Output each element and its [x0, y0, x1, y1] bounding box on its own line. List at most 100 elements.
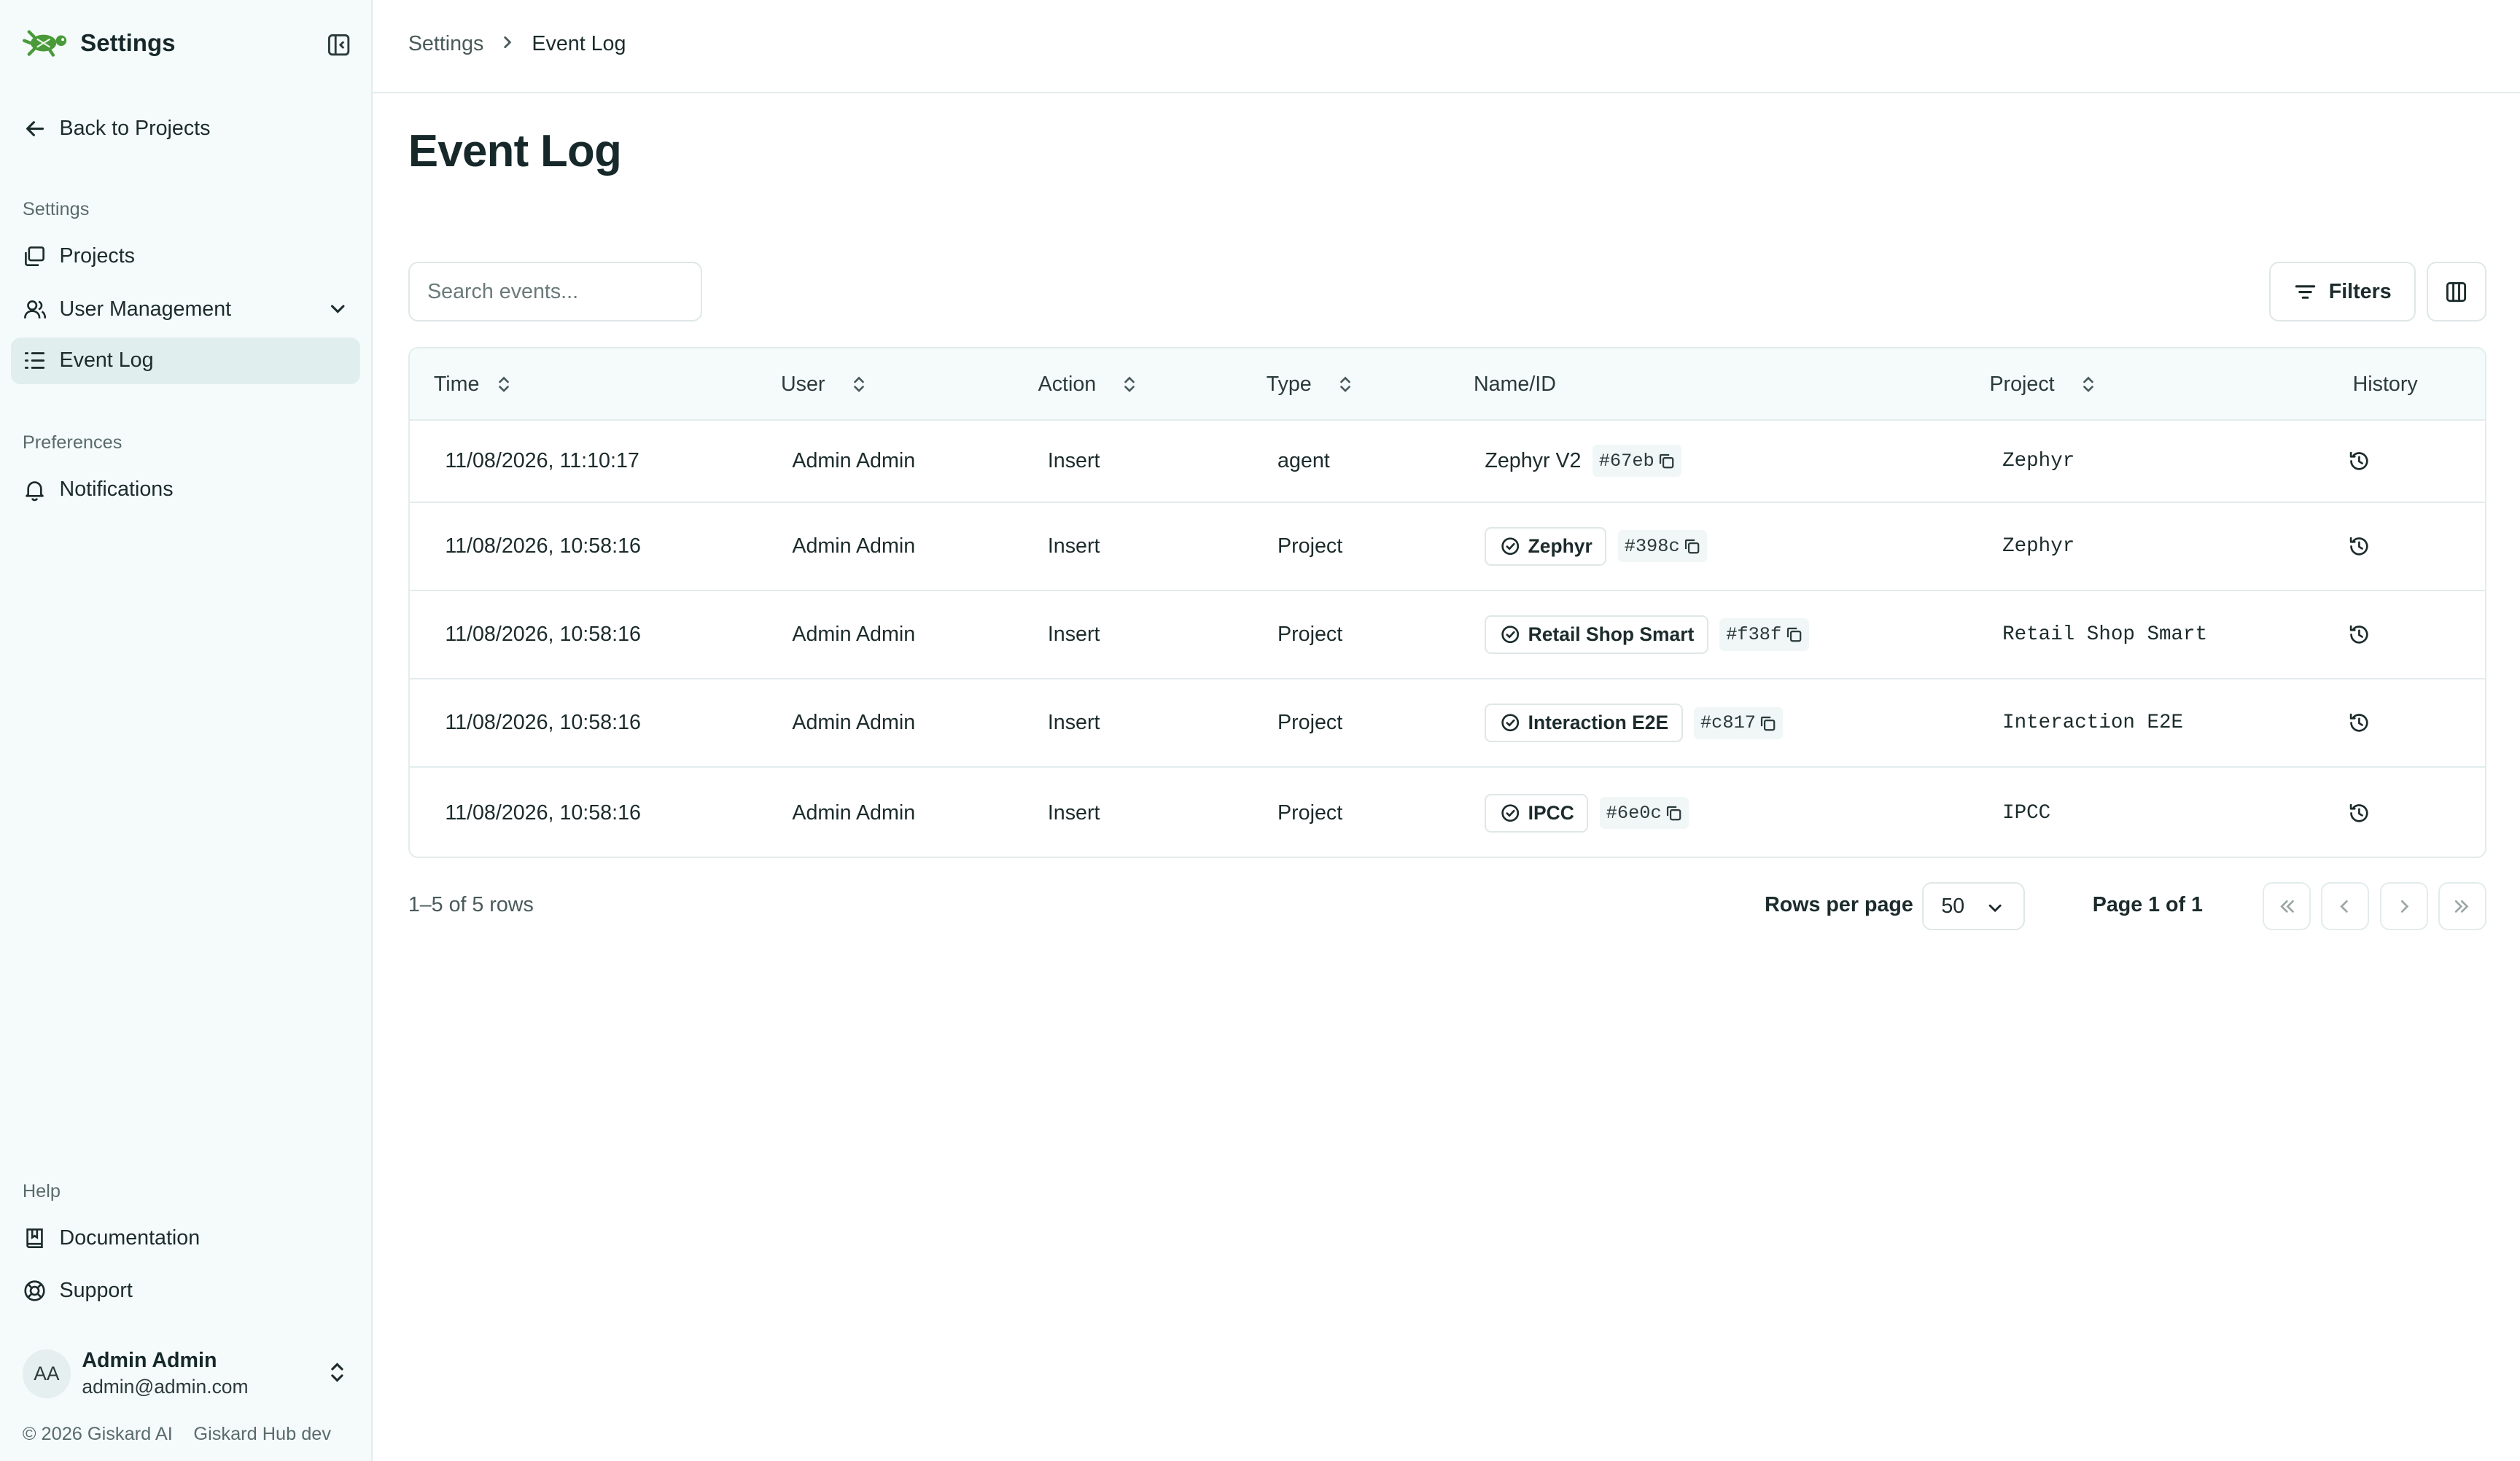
cell-time: 11/08/2026, 10:58:16 [445, 534, 641, 558]
cell-user: Admin Admin [792, 534, 916, 558]
cell-project: IPCC [2002, 801, 2051, 825]
cell-user: Admin Admin [792, 448, 916, 472]
back-to-projects-link[interactable]: Back to Projects [23, 112, 211, 144]
chevron-down-icon [1986, 898, 2004, 922]
history-icon [2349, 451, 2368, 470]
entity-id: #398c [1624, 535, 1680, 557]
next-page-button[interactable] [2380, 882, 2429, 931]
cell-project: Retail Shop Smart [2002, 623, 2208, 646]
giskard-logo-icon [22, 30, 67, 58]
cell-project: Zephyr [2002, 449, 2075, 472]
arrow-left-icon [23, 117, 47, 141]
history-button[interactable] [2348, 679, 2371, 766]
cell-action: Insert [1047, 534, 1100, 558]
table-row: 11/08/2026, 10:58:16 Admin Admin Insert … [409, 679, 2485, 768]
first-page-button[interactable] [2263, 882, 2311, 931]
cell-type: Project [1278, 534, 1343, 558]
entity-id-chip[interactable]: #398c [1617, 530, 1708, 563]
entity-id-chip[interactable]: #6e0c [1599, 797, 1689, 830]
column-header-label: Type [1266, 373, 1312, 397]
entity-id-chip[interactable]: #f38f [1719, 618, 1809, 651]
version-text: Giskard Hub dev [193, 1423, 332, 1444]
page-title: Event Log [408, 125, 622, 176]
entity-id: #6e0c [1606, 802, 1662, 824]
users-icon [23, 297, 47, 322]
column-header-name-id: Name/ID [1474, 373, 1556, 397]
entity-name-badge[interactable]: Interaction E2E [1485, 704, 1683, 743]
column-header-label: Project [1989, 373, 2055, 397]
projects-icon [23, 244, 47, 268]
cell-project: Interaction E2E [2002, 712, 2184, 735]
cell-name-id: Zephyr #398c [1485, 503, 1708, 590]
cell-action: Insert [1047, 448, 1100, 472]
sidebar-item-notifications[interactable]: Notifications [11, 466, 359, 513]
breadcrumb-settings-link[interactable]: Settings [408, 32, 484, 56]
column-header-type[interactable]: Type [1267, 373, 1353, 397]
topbar: Settings Event Log [373, 0, 2520, 93]
cell-user: Admin Admin [792, 623, 916, 646]
lifebuoy-icon [23, 1279, 47, 1303]
search-input[interactable] [408, 262, 703, 322]
column-header-user[interactable]: User [781, 373, 867, 397]
sort-icon [853, 376, 864, 393]
entity-name-badge[interactable]: Zephyr [1485, 526, 1607, 566]
rows-per-page-label: Rows per page [1765, 893, 1913, 917]
column-header-action[interactable]: Action [1038, 373, 1138, 397]
history-icon [2349, 803, 2368, 822]
user-menu[interactable]: AA Admin Admin admin@admin.com [22, 1344, 352, 1405]
chevron-right-icon [2400, 900, 2409, 913]
entity-id-chip[interactable]: #c817 [1694, 706, 1784, 739]
rows-per-page-select[interactable]: 50 [1922, 882, 2026, 931]
sidebar-item-label: Notifications [59, 477, 174, 501]
cell-time: 11/08/2026, 10:58:16 [445, 711, 641, 735]
back-to-projects-label: Back to Projects [59, 116, 211, 140]
rows-per-page-value: 50 [1941, 894, 1965, 918]
sidebar-item-user-management[interactable]: User Management [11, 286, 359, 332]
cell-time: 11/08/2026, 11:10:17 [445, 448, 639, 472]
previous-page-button[interactable] [2320, 882, 2369, 931]
preferences-section-label: Preferences [22, 432, 122, 453]
sidebar-item-label: Projects [59, 244, 135, 268]
table-row: 11/08/2026, 10:58:16 Admin Admin Insert … [409, 591, 2485, 680]
chevrons-left-icon [2280, 900, 2294, 913]
sidebar-item-projects[interactable]: Projects [11, 233, 359, 280]
cell-action: Insert [1047, 623, 1100, 646]
entity-name-badge[interactable]: IPCC [1485, 793, 1589, 833]
column-header-label: User [780, 373, 825, 397]
table-row: 11/08/2026, 11:10:17 Admin Admin Insert … [409, 421, 2485, 503]
columns-toggle-button[interactable] [2427, 262, 2486, 322]
entity-name-badge[interactable]: Retail Shop Smart [1485, 615, 1708, 654]
chevron-left-icon [2340, 900, 2349, 913]
sidebar-item-documentation[interactable]: Documentation [11, 1215, 359, 1261]
check-circle-icon [1501, 626, 1520, 644]
sidebar-item-support[interactable]: Support [11, 1268, 359, 1314]
history-button[interactable] [2348, 503, 2371, 590]
table-header: Time User Action Type Name/ID Project Hi… [409, 348, 2485, 421]
column-header-label: History [2352, 373, 2418, 397]
history-button[interactable] [2348, 421, 2371, 501]
cell-user: Admin Admin [792, 800, 916, 825]
entity-id-chip[interactable]: #67eb [1592, 445, 1682, 478]
collapse-sidebar-icon[interactable] [326, 32, 351, 58]
sidebar-item-label: Event Log [59, 348, 154, 373]
copy-icon [1761, 716, 1776, 730]
history-icon [2349, 714, 2368, 732]
filters-label: Filters [2328, 279, 2392, 303]
history-button[interactable] [2348, 591, 2371, 678]
app-title: Settings [80, 29, 176, 57]
last-page-button[interactable] [2438, 882, 2486, 931]
sidebar-item-event-log[interactable]: Event Log [11, 337, 360, 384]
column-header-time[interactable]: Time [434, 373, 512, 397]
user-email: admin@admin.com [82, 1375, 249, 1398]
rows-count: 1–5 of 5 rows [408, 893, 534, 917]
history-icon [2349, 625, 2368, 644]
check-circle-icon [1501, 804, 1520, 822]
chevrons-right-icon [2455, 900, 2469, 913]
entity-id: #f38f [1726, 623, 1782, 645]
filters-button[interactable]: Filters [2269, 262, 2416, 322]
column-header-project[interactable]: Project [1989, 373, 2096, 397]
history-button[interactable] [2348, 768, 2371, 857]
breadcrumb-current: Event Log [532, 32, 626, 56]
cell-type: Project [1278, 711, 1343, 735]
sort-icon [1124, 376, 1135, 393]
